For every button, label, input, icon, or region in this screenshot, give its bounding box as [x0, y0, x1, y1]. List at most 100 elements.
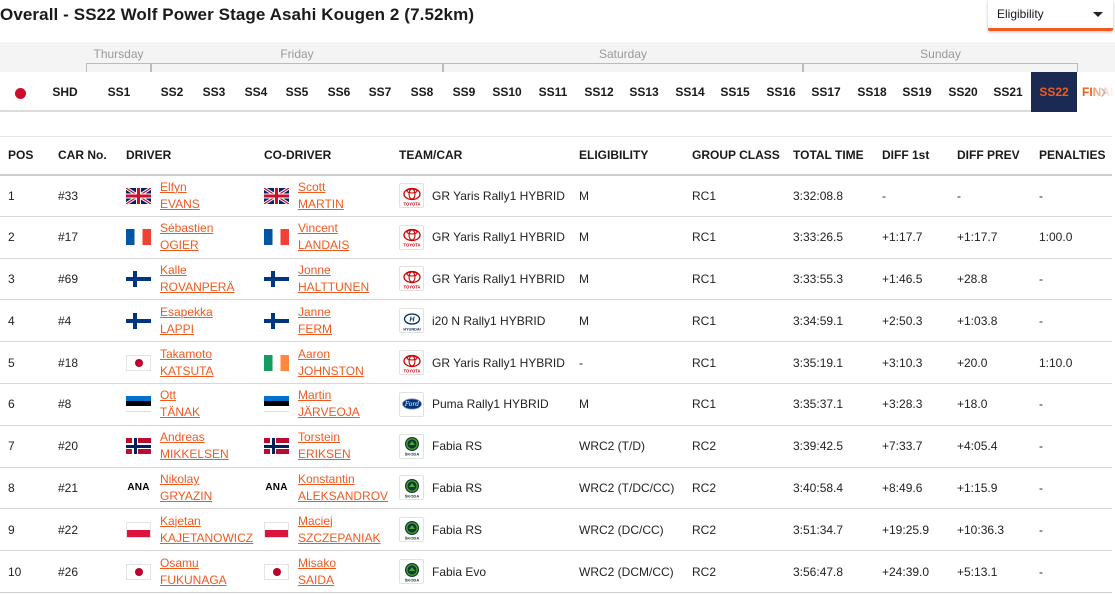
- driver-first-name-link[interactable]: Takamoto: [160, 346, 214, 363]
- stage-tab-shd[interactable]: SHD: [42, 72, 88, 112]
- penalties-cell: -: [1031, 425, 1112, 468]
- group-class-cell: RC1: [684, 383, 785, 426]
- codriver-last-name-link[interactable]: JÄRVEOJA: [298, 404, 360, 421]
- table-row[interactable]: 1 #33 Elfyn EVANS Scott MARTIN TOYOTA GR Yaris …: [0, 174, 1112, 217]
- driver-last-name-link[interactable]: MIKKELSEN: [160, 446, 229, 463]
- stage-tab-ss13[interactable]: SS13: [621, 72, 667, 112]
- stage-tab-ss14[interactable]: SS14: [667, 72, 713, 112]
- stage-tab-ss6[interactable]: SS6: [318, 72, 360, 112]
- table-row[interactable]: 9 #22 Kajetan KAJETANOWICZ Maciej SZCZEPANIAK…: [0, 508, 1112, 552]
- stage-tab-ss8[interactable]: SS8: [401, 72, 443, 112]
- stage-nav: SHD SS1 SS2 SS3 SS4 SS5 SS6 SS7 SS8 SS9 …: [0, 72, 1115, 112]
- driver-first-name-link[interactable]: Elfyn: [160, 179, 200, 196]
- driver-last-name-link[interactable]: TÄNAK: [160, 404, 200, 421]
- codriver-first-name-link[interactable]: Aaron: [298, 346, 364, 363]
- codriver-last-name-link[interactable]: LANDAIS: [298, 237, 349, 254]
- stage-tab-ss5[interactable]: SS5: [276, 72, 318, 112]
- driver-first-name-link[interactable]: Kajetan: [160, 513, 253, 530]
- driver-first-name-link[interactable]: Andreas: [160, 429, 229, 446]
- codriver-last-name-link[interactable]: ERIKSEN: [298, 446, 351, 463]
- stage-tab-ss9[interactable]: SS9: [443, 72, 485, 112]
- stage-tab-ss18[interactable]: SS18: [849, 72, 895, 112]
- driver-first-name-link[interactable]: Nikolay: [160, 471, 212, 488]
- chevron-right-icon[interactable]: ›: [1092, 72, 1115, 112]
- stage-tab-ss20[interactable]: SS20: [940, 72, 986, 112]
- column-header[interactable]: GROUP CLASS: [684, 136, 785, 176]
- codriver-first-name-link[interactable]: Janne: [298, 304, 332, 321]
- codriver-first-name-link[interactable]: Torstein: [298, 429, 351, 446]
- driver-cell: Sébastien OGIER: [118, 216, 256, 259]
- codriver-first-name-link[interactable]: Martin: [298, 387, 360, 404]
- table-row[interactable]: 4 #4 Esapekka LAPPI Janne FERM H HYUNDAI i20 N R…: [0, 299, 1112, 343]
- column-header[interactable]: TEAM/CAR: [391, 136, 571, 176]
- codriver-last-name-link[interactable]: SAIDA: [298, 572, 336, 589]
- stage-tab-ss19[interactable]: SS19: [894, 72, 940, 112]
- column-header[interactable]: POS: [0, 136, 50, 176]
- table-row[interactable]: 3 #69 Kalle ROVANPERÄ Jonne HALTTUNEN TOYOTA GR…: [0, 258, 1112, 301]
- codriver-last-name-link[interactable]: HALTTUNEN: [298, 279, 369, 296]
- stage-tab-ss21[interactable]: SS21: [985, 72, 1031, 112]
- driver-last-name-link[interactable]: ROVANPERÄ: [160, 279, 234, 296]
- codriver-first-name-link[interactable]: Scott: [298, 179, 344, 196]
- codriver-last-name-link[interactable]: JOHNSTON: [298, 363, 364, 380]
- stage-tab-ss22[interactable]: SS22: [1031, 72, 1077, 112]
- driver-cell: Andreas MIKKELSEN: [118, 425, 256, 468]
- codriver-first-name-link[interactable]: Maciej: [298, 513, 380, 530]
- column-header[interactable]: TOTAL TIME: [785, 136, 874, 176]
- stage-tab-ss1[interactable]: SS1: [96, 72, 142, 112]
- diff-first-cell: +3:10.3: [874, 341, 949, 384]
- codriver-first-name-link[interactable]: Vincent: [298, 220, 349, 237]
- driver-last-name-link[interactable]: EVANS: [160, 196, 200, 213]
- eligibility-dropdown[interactable]: Eligibility: [988, 0, 1113, 31]
- driver-last-name-link[interactable]: OGIER: [160, 237, 213, 254]
- stage-tab-ss11[interactable]: SS11: [530, 72, 576, 112]
- results-table: POS CAR No. DRIVER CO-DRIVER TEAM/CAR EL…: [0, 136, 1112, 593]
- driver-last-name-link[interactable]: LAPPI: [160, 321, 213, 338]
- table-row[interactable]: 6 #8 Ott TÄNAK Martin JÄRVEOJA Ford Puma Rally1…: [0, 383, 1112, 426]
- table-row[interactable]: 5 #18 Takamoto KATSUTA Aaron JOHNSTON TOYOTA GR…: [0, 341, 1112, 384]
- column-header[interactable]: CO-DRIVER: [256, 136, 391, 176]
- column-header[interactable]: DRIVER: [118, 136, 256, 176]
- table-row[interactable]: 10 #26 Osamu FUKUNAGA Misako SAIDA ŠKODA Fabia …: [0, 550, 1112, 593]
- diff-prev-cell: +10:36.3: [949, 508, 1031, 552]
- stage-tab-ss10[interactable]: SS10: [484, 72, 530, 112]
- codriver-last-name-link[interactable]: SZCZEPANIAK: [298, 530, 380, 547]
- stage-tab-ss12[interactable]: SS12: [576, 72, 622, 112]
- stage-tab-ss2[interactable]: SS2: [150, 72, 194, 112]
- stage-tab-ss4[interactable]: SS4: [235, 72, 277, 112]
- driver-cell: Osamu FUKUNAGA: [118, 550, 256, 593]
- driver-last-name-link[interactable]: KAJETANOWICZ: [160, 530, 253, 547]
- stage-tab-ss16[interactable]: SS16: [758, 72, 804, 112]
- column-header[interactable]: PENALTIES: [1031, 136, 1112, 176]
- codriver-cell: Aaron JOHNSTON: [256, 341, 391, 384]
- driver-first-name-link[interactable]: Sébastien: [160, 220, 213, 237]
- driver-first-name-link[interactable]: Esapekka: [160, 304, 213, 321]
- table-row[interactable]: 2 #17 Sébastien OGIER Vincent LANDAIS TOYOTA GR…: [0, 216, 1112, 259]
- column-header[interactable]: DIFF 1st: [874, 136, 949, 176]
- stage-tab-ss7[interactable]: SS7: [359, 72, 401, 112]
- driver-last-name-link[interactable]: GRYAZIN: [160, 488, 212, 505]
- codriver-first-name-link[interactable]: Jonne: [298, 262, 369, 279]
- codriver-last-name-link[interactable]: MARTIN: [298, 196, 344, 213]
- column-header[interactable]: ELIGIBILITY: [571, 136, 684, 176]
- driver-last-name-link[interactable]: FUKUNAGA: [160, 572, 227, 589]
- stage-tab-ss3[interactable]: SS3: [193, 72, 235, 112]
- total-time-cell: 3:32:08.8: [785, 174, 874, 217]
- neutral-flag-icon: ANA: [127, 482, 150, 494]
- driver-first-name-link[interactable]: Osamu: [160, 555, 227, 572]
- driver-first-name-link[interactable]: Kalle: [160, 262, 234, 279]
- group-class-cell: RC1: [684, 341, 785, 384]
- stage-tab-ss15[interactable]: SS15: [712, 72, 758, 112]
- codriver-first-name-link[interactable]: Konstantin: [298, 471, 388, 488]
- table-row[interactable]: 8 #21 ANA Nikolay GRYAZIN ANA Konstantin ALEKSA…: [0, 467, 1112, 510]
- days-band: Thursday Friday Saturday Sunday: [0, 42, 1115, 72]
- table-row[interactable]: 7 #20 Andreas MIKKELSEN Torstein ERIKSEN ŠKODA…: [0, 425, 1112, 468]
- codriver-last-name-link[interactable]: FERM: [298, 321, 332, 338]
- driver-first-name-link[interactable]: Ott: [160, 387, 200, 404]
- stage-tab-ss17[interactable]: SS17: [803, 72, 849, 112]
- column-header[interactable]: CAR No.: [50, 136, 118, 176]
- driver-last-name-link[interactable]: KATSUTA: [160, 363, 214, 380]
- codriver-last-name-link[interactable]: ALEKSANDROV: [298, 488, 388, 505]
- column-header[interactable]: DIFF PREV: [949, 136, 1031, 176]
- codriver-first-name-link[interactable]: Misako: [298, 555, 336, 572]
